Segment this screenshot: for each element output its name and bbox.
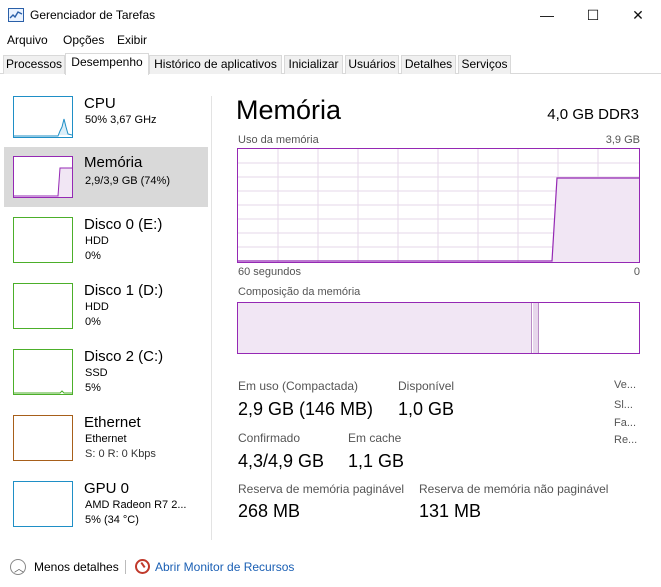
available-value: 1,0 GB — [398, 399, 455, 419]
disk1-thumbnail — [13, 283, 73, 329]
resource-memory[interactable]: Memória 2,9/3,9 GB (74%) — [4, 147, 208, 207]
paged-pool-label: Reserva de memória paginável — [238, 482, 405, 496]
disk0-thumbnail — [13, 217, 73, 263]
open-resource-monitor-link[interactable]: Abrir Monitor de Recursos — [155, 560, 294, 574]
resource-title: Disco 0 (E:) — [84, 216, 163, 233]
resource-detail: SSD — [85, 367, 108, 379]
title-bar: Gerenciador de Tarefas — ☐ ✕ — [0, 0, 661, 30]
resource-title: CPU — [84, 95, 116, 112]
available-label: Disponível — [398, 379, 455, 393]
window-title: Gerenciador de Tarefas — [30, 8, 156, 22]
in-use-label: Em uso (Compactada) — [238, 379, 359, 393]
fewer-details-link[interactable]: Menos detalhes — [34, 560, 119, 574]
resource-title: Ethernet — [84, 414, 141, 431]
side-stat-form-factor: Fa... — [614, 417, 637, 429]
resource-detail: Ethernet — [85, 433, 127, 445]
composition-label: Composição da memória — [238, 286, 361, 298]
task-manager-icon — [8, 8, 24, 22]
maximize-button[interactable]: ☐ — [570, 0, 616, 30]
footer-separator — [125, 560, 126, 574]
menu-exibir[interactable]: Exibir — [117, 33, 147, 47]
resource-detail: 2,9/3,9 GB (74%) — [85, 175, 170, 187]
in-use-value: 2,9 GB (146 MB) — [238, 399, 374, 419]
menu-opcoes[interactable]: Opções — [63, 33, 104, 47]
disk2-thumbnail — [13, 349, 73, 395]
menu-bar: Arquivo Opções Exibir — [0, 30, 661, 50]
resource-detail: HDD — [85, 235, 109, 247]
tab-processos[interactable]: Processos — [3, 55, 65, 74]
composition-in-use — [238, 303, 532, 353]
close-button[interactable]: ✕ — [615, 0, 661, 30]
cpu-thumbnail — [13, 96, 73, 138]
composition-modified — [533, 303, 539, 353]
tab-historico-aplicativos[interactable]: Histórico de aplicativos — [149, 55, 282, 74]
resource-detail: HDD — [85, 301, 109, 313]
chevron-up-icon[interactable]: ︿ — [10, 559, 26, 575]
tab-servicos[interactable]: Serviços — [458, 55, 511, 74]
resource-title: Disco 1 (D:) — [84, 282, 164, 299]
resource-detail-2: 0% — [85, 250, 101, 262]
tab-detalhes[interactable]: Detalhes — [401, 55, 456, 74]
memory-thumbnail — [13, 156, 73, 198]
side-stat-slots: Sl... — [614, 399, 633, 411]
side-stat-reserved: Re... — [614, 434, 638, 446]
usage-max-label: 3,9 GB — [605, 134, 640, 146]
tab-inicializar[interactable]: Inicializar — [284, 55, 343, 74]
usage-label: Uso da memória — [238, 134, 319, 146]
resource-detail: 50% 3,67 GHz — [85, 114, 157, 126]
page-title: Memória — [236, 95, 342, 125]
resource-detail-2: 5% — [85, 382, 101, 394]
footer-bar: ︿ Menos detalhes Abrir Monitor de Recurs… — [0, 556, 661, 578]
resource-detail-2: 0% — [85, 316, 101, 328]
resource-title: Disco 2 (C:) — [84, 348, 164, 365]
tab-strip: Processos Desempenho Histórico de aplica… — [0, 53, 661, 75]
resource-title: GPU 0 — [84, 480, 130, 497]
resource-gpu[interactable]: GPU 0 AMD Radeon R7 2... 5% (34 °C) — [4, 477, 208, 537]
resource-cpu[interactable]: CPU 50% 3,67 GHz — [4, 90, 208, 150]
panel-divider — [211, 96, 212, 540]
resource-disk2[interactable]: Disco 2 (C:) SSD 5% — [4, 345, 208, 405]
menu-arquivo[interactable]: Arquivo — [7, 33, 48, 47]
cached-label: Em cache — [348, 431, 402, 445]
time-axis-start: 60 segundos — [238, 266, 301, 278]
resource-disk1[interactable]: Disco 1 (D:) HDD 0% — [4, 279, 208, 339]
gpu-thumbnail — [13, 481, 73, 527]
resource-title: Memória — [84, 154, 143, 171]
committed-label: Confirmado — [238, 431, 301, 445]
minimize-button[interactable]: — — [524, 0, 570, 30]
time-axis-end: 0 — [633, 266, 640, 278]
resource-detail-2: 5% (34 °C) — [85, 514, 139, 526]
memory-usage-graph — [237, 148, 640, 263]
resource-ethernet[interactable]: Ethernet Ethernet S: 0 R: 0 Kbps — [4, 411, 208, 471]
nonpaged-pool-label: Reserva de memória não paginável — [419, 482, 609, 496]
resource-detail-2: S: 0 R: 0 Kbps — [85, 448, 156, 460]
resource-monitor-icon — [135, 559, 150, 574]
paged-pool-value: 268 MB — [238, 501, 301, 521]
tab-usuarios[interactable]: Usuários — [345, 55, 399, 74]
ethernet-thumbnail — [13, 415, 73, 461]
cached-value: 1,1 GB — [348, 451, 405, 471]
side-stat-speed: Ve... — [614, 379, 637, 391]
memory-composition-bar — [237, 302, 640, 354]
committed-value: 4,3/4,9 GB — [238, 451, 325, 471]
memory-spec: 4,0 GB DDR3 — [547, 106, 639, 123]
tab-desempenho[interactable]: Desempenho — [65, 53, 149, 75]
resource-detail: AMD Radeon R7 2... — [85, 499, 187, 511]
nonpaged-pool-value: 131 MB — [419, 501, 482, 521]
resource-disk0[interactable]: Disco 0 (E:) HDD 0% — [4, 213, 208, 273]
